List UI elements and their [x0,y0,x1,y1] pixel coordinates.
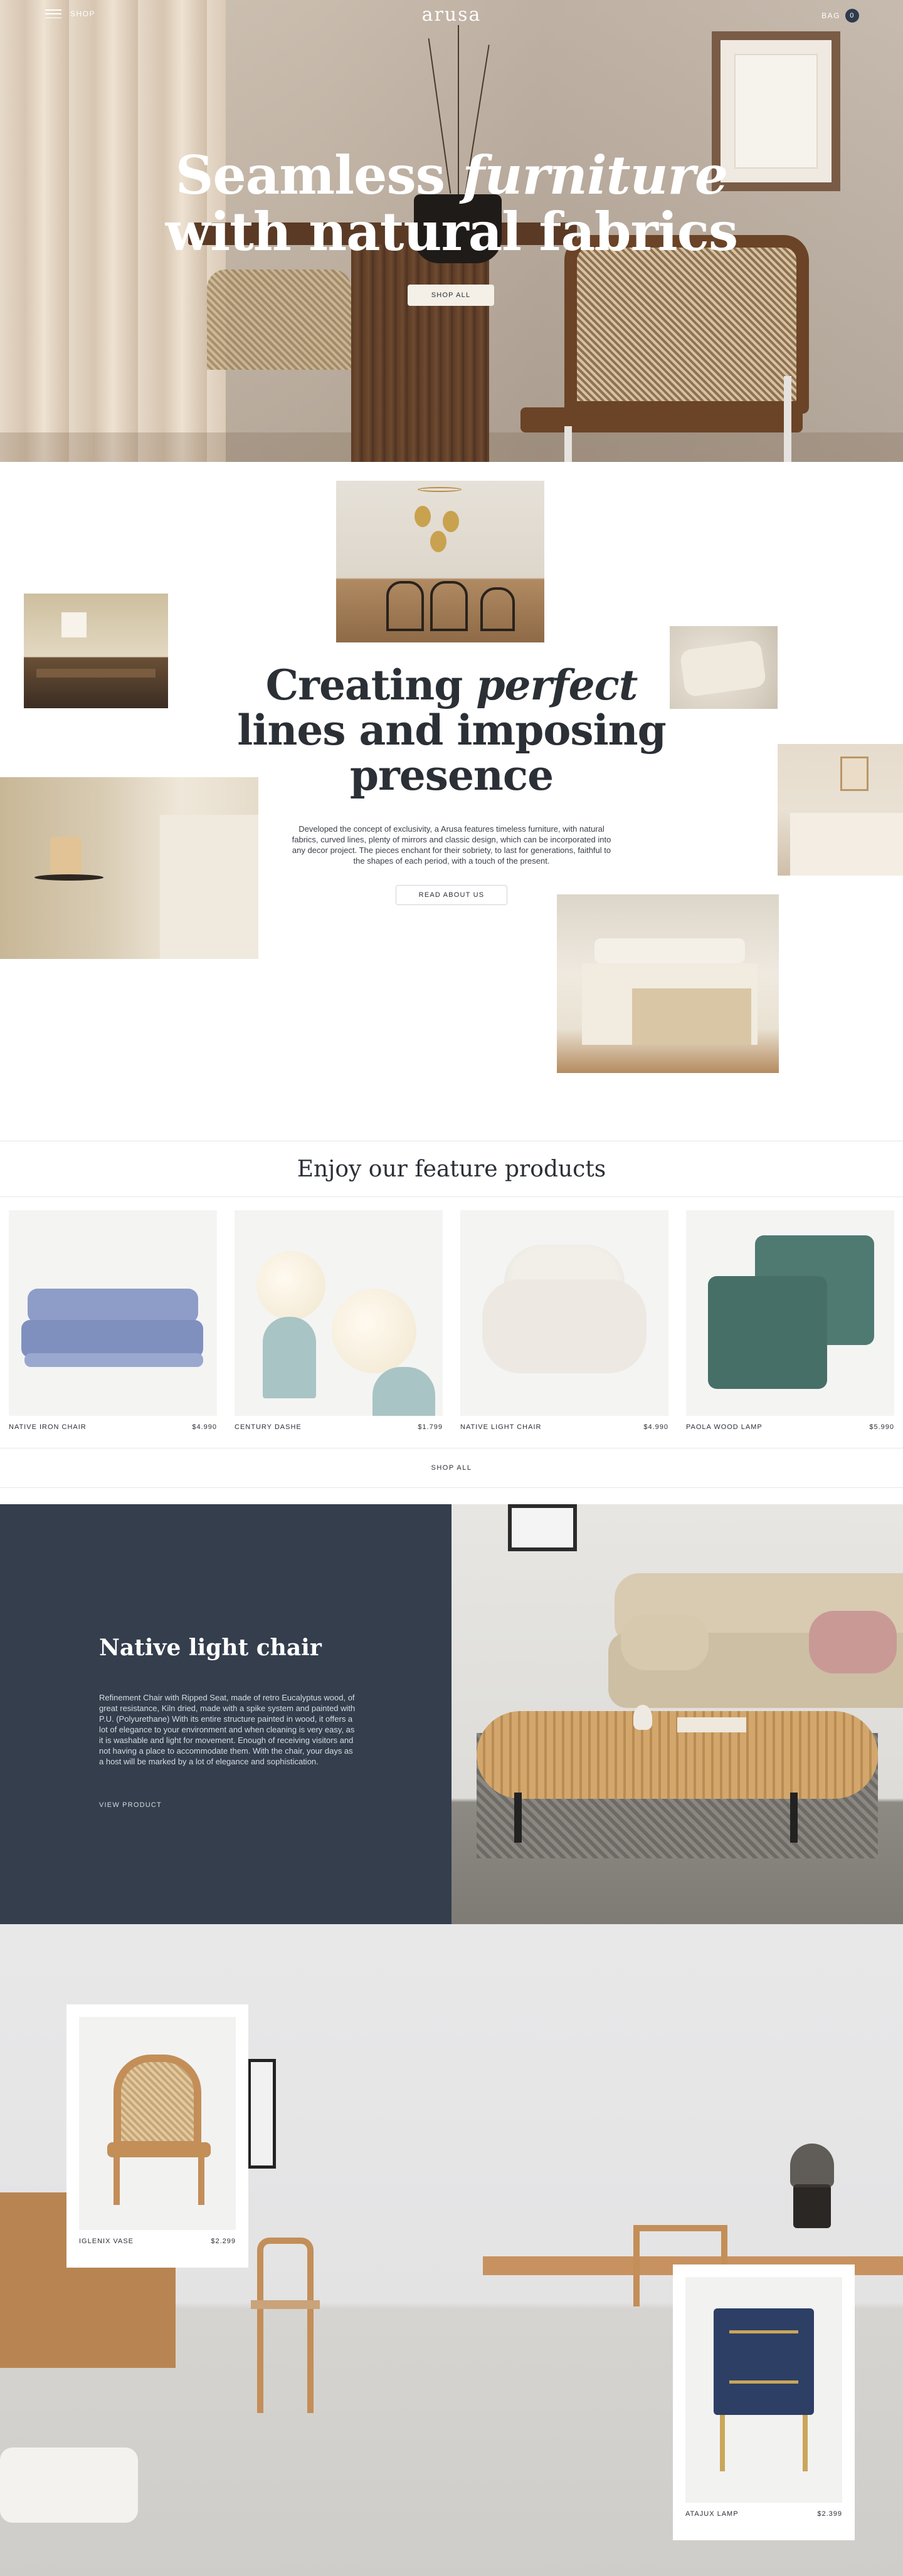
view-product-link[interactable]: VIEW PRODUCT [99,1801,162,1809]
background-chair-image [207,270,351,370]
intro-paragraph: Developed the concept of exclusivity, a … [292,824,611,866]
hero-shop-all-button[interactable]: SHOP ALL [408,285,494,306]
room-product-price: $2.299 [211,2238,236,2245]
intro-title: Creating perfect lines and imposing pres… [237,661,667,800]
product-image-armchair[interactable] [460,1210,668,1416]
spotlight-title: Native light chair [99,1635,322,1661]
shop-the-room-section: IGLENIX VASE $2.299 ATAJUX LAMP $2.399 [0,1924,903,2576]
dining-chair-image [257,2238,314,2413]
room-product-name[interactable]: ATAJUX LAMP [685,2510,739,2518]
room-product-name[interactable]: IGLENIX VASE [79,2238,134,2245]
bag-button[interactable]: BAG 0 [821,9,859,23]
product-image-duvet[interactable] [9,1210,217,1416]
brand-logo[interactable]: arusa [0,4,903,26]
table-pedestal-image [351,244,489,462]
product-price: $5.990 [869,1423,894,1431]
product-name[interactable]: CENTURY DASHE [235,1423,302,1431]
intro-collage-section: Creating perfect lines and imposing pres… [0,462,903,1141]
product-card[interactable]: NATIVE LIGHT CHAIR $4.990 [460,1210,668,1431]
product-image-cushions[interactable] [686,1210,894,1416]
bag-count-badge: 0 [845,9,859,23]
product-card[interactable]: PAOLA WOOD LAMP $5.990 [686,1210,894,1431]
read-about-us-button[interactable]: READ ABOUT US [396,885,507,905]
room-product-image-nightstand[interactable] [685,2277,842,2503]
product-image-lamps[interactable] [235,1210,443,1416]
dining-room-photo [336,481,544,642]
product-name[interactable]: PAOLA WOOD LAMP [686,1423,763,1431]
bag-label: BAG [821,11,840,20]
room-product-price: $2.399 [817,2510,842,2518]
product-price: $4.990 [643,1423,668,1431]
hero-title: Seamless furniture with natural fabrics [165,144,738,263]
product-name[interactable]: NATIVE IRON CHAIR [9,1423,87,1431]
product-price: $1.799 [418,1423,443,1431]
spotlight-description: Refinement Chair with Ripped Seat, made … [99,1693,356,1766]
top-navigation: SHOP arusa BAG 0 [0,0,903,33]
room-product-image-chair[interactable] [79,2017,236,2230]
hero-section: SHOP arusa BAG 0 Seamless furniture with… [0,0,903,462]
room-product-card[interactable]: ATAJUX LAMP $2.399 [673,2264,855,2540]
featured-products-section: Enjoy our feature products NATIVE IRON C… [0,1141,903,1504]
product-name[interactable]: NATIVE LIGHT CHAIR [460,1423,541,1431]
bed-with-throw-photo [557,894,779,1073]
product-card[interactable]: NATIVE IRON CHAIR $4.990 [9,1210,217,1431]
spotlight-section: Native light chair Refinement Chair with… [0,1504,903,1924]
plant-pot-image [793,2184,831,2228]
rug-image [0,2448,138,2523]
product-price: $4.990 [192,1423,217,1431]
product-card[interactable]: CENTURY DASHE $1.799 [235,1210,443,1431]
featured-shop-all-button[interactable]: SHOP ALL [0,1448,903,1488]
wall-art-image [248,2059,276,2169]
featured-heading: Enjoy our feature products [0,1141,903,1197]
living-room-photo [452,1504,903,1924]
bedside-table-photo [0,777,258,959]
room-product-card[interactable]: IGLENIX VASE $2.299 [66,2004,248,2268]
